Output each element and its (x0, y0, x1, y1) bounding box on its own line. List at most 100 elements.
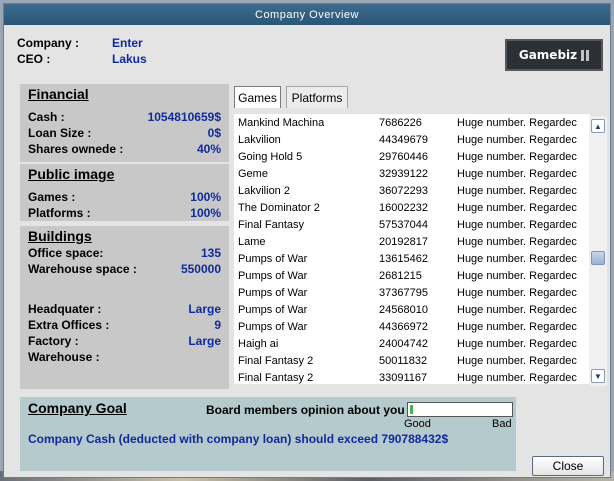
platforms-image-row: Platforms : 100% (28, 205, 221, 220)
list-item[interactable]: Pumps of War 44366972 Huge number. Regarde… (234, 318, 590, 335)
game-note: Huge number. Regardec (457, 337, 577, 350)
scroll-down-icon[interactable]: ▼ (591, 369, 605, 383)
financial-title: Financial (28, 86, 89, 102)
game-number: 57537044 (379, 218, 428, 231)
game-name: Lame (238, 235, 266, 248)
loan-size-label: Loan Size : (28, 125, 92, 140)
company-goal-title: Company Goal (28, 400, 127, 416)
logo-bars-icon (581, 49, 590, 61)
list-item[interactable]: Pumps of War 24568010 Huge number. Regarde… (234, 301, 590, 318)
warehouse-space-row: Warehouse space : 550000 (28, 261, 221, 276)
game-number: 33091167 (379, 371, 428, 384)
extra-offices-label: Extra Offices : (28, 317, 110, 332)
game-note: Huge number. Regardec (457, 320, 577, 333)
list-item[interactable]: Pumps of War 37367795 Huge number. Regarde… (234, 284, 590, 301)
close-button[interactable]: Close (532, 456, 604, 476)
cash-row: Cash : 1054810659$ (28, 109, 221, 124)
warehouse-space-value: 550000 (180, 261, 221, 276)
public-image-title: Public image (28, 166, 115, 182)
game-number: 29760446 (379, 150, 428, 163)
list-item[interactable]: Lakvilion 44349679 Huge number. Regardec (234, 131, 590, 148)
shares-label: Shares ownede : (28, 141, 124, 156)
list-item[interactable]: Going Hold 5 29760446 Huge number. Regarde… (234, 148, 590, 165)
game-name: Pumps of War (238, 303, 308, 316)
list-item[interactable]: Pumps of War 2681215 Huge number. Regardec (234, 267, 590, 284)
game-note: Huge number. Regardec (457, 252, 577, 265)
list-item[interactable]: Final Fantasy 57537044 Huge number. Regard… (234, 216, 590, 233)
warehouse-row: Warehouse : (28, 349, 221, 364)
game-name: Pumps of War (238, 286, 308, 299)
public-image-panel: Public image Games : 100% Platforms : 10… (20, 164, 229, 221)
list-item[interactable]: Final Fantasy 2 50011832 Huge number. Rega… (234, 352, 590, 369)
extra-offices-row: Extra Offices : 9 (28, 317, 221, 332)
game-name: Lakvilion 2 (238, 184, 290, 197)
ceo-label: CEO : (17, 52, 51, 66)
window-title: Company Overview (255, 8, 359, 21)
games-image-label: Games : (28, 189, 76, 204)
list-item[interactable]: Lakvilion 2 36072293 Huge number. Regardec (234, 182, 590, 199)
scroll-up-icon[interactable]: ▲ (591, 119, 605, 133)
game-note: Huge number. Regardec (457, 235, 577, 248)
list-item[interactable]: Mankind Machina 7686226 Huge number. Regar… (234, 114, 590, 131)
list-item[interactable]: Geme 32939122 Huge number. Regardec (234, 165, 590, 182)
loan-size-value: 0$ (207, 125, 221, 140)
game-number: 37367795 (379, 286, 428, 299)
games-image-row: Games : 100% (28, 189, 221, 204)
games-image-value: 100% (190, 189, 221, 204)
company-row: Company : Enter (17, 36, 143, 50)
game-name: The Dominator 2 (238, 201, 320, 214)
scroll-thumb[interactable] (591, 251, 605, 265)
game-note: Huge number. Regardec (457, 269, 577, 282)
tab-games[interactable]: Games (234, 86, 281, 108)
tab-platforms[interactable]: Platforms (286, 86, 348, 108)
game-number: 7686226 (379, 116, 422, 129)
ceo-value: Lakus (112, 52, 147, 66)
warehouse-space-label: Warehouse space : (28, 261, 137, 276)
games-list[interactable]: Mankind Machina 7686226 Huge number. Regar… (234, 114, 590, 384)
game-number: 13615462 (379, 252, 428, 265)
game-name: Haigh ai (238, 337, 279, 350)
factory-label: Factory : (28, 333, 79, 348)
game-note: Huge number. Regardec (457, 371, 577, 384)
loan-size-row: Loan Size : 0$ (28, 125, 221, 140)
game-note: Huge number. Regardec (457, 133, 577, 146)
tab-games-label: Games (238, 90, 277, 105)
shares-value: 40% (196, 141, 221, 156)
games-list-scrollbar[interactable]: ▲ ▼ (589, 116, 607, 386)
company-overview-window: Company Overview Company : Enter CEO : L… (3, 3, 611, 478)
game-note: Huge number. Regardec (457, 354, 577, 367)
game-name: Pumps of War (238, 320, 308, 333)
list-item[interactable]: Lame 20192817 Huge number. Regardec (234, 233, 590, 250)
game-name: Final Fantasy 2 (238, 371, 314, 384)
game-name: Going Hold 5 (238, 150, 303, 163)
logo-text: Gamebiz (518, 48, 578, 62)
cash-label: Cash : (28, 109, 65, 124)
game-name: Lakvilion (238, 133, 281, 146)
game-name: Final Fantasy (238, 218, 305, 231)
headquater-row: Headquater : Large (28, 301, 221, 316)
platforms-image-label: Platforms : (28, 205, 91, 220)
opinion-good-label: Good (404, 418, 431, 430)
game-note: Huge number. Regardec (457, 201, 577, 214)
game-number: 36072293 (379, 184, 428, 197)
cash-value: 1054810659$ (147, 109, 221, 124)
ceo-row: CEO : Lakus (17, 52, 147, 66)
game-note: Huge number. Regardec (457, 184, 577, 197)
list-item[interactable]: Final Fantasy 2 33091167 Huge number. Rega… (234, 369, 590, 384)
warehouse-label: Warehouse : (28, 349, 100, 364)
platforms-image-value: 100% (190, 205, 221, 220)
game-note: Huge number. Regardec (457, 150, 577, 163)
game-note: Huge number. Regardec (457, 218, 577, 231)
list-item[interactable]: Haigh ai 24004742 Huge number. Regardec (234, 335, 590, 352)
game-note: Huge number. Regardec (457, 167, 577, 180)
board-opinion-fill (410, 405, 413, 414)
title-bar[interactable]: Company Overview (4, 4, 610, 25)
office-space-value: 135 (200, 245, 221, 260)
game-number: 20192817 (379, 235, 428, 248)
company-goal-text: Company Cash (deducted with company loan… (28, 432, 449, 446)
list-item[interactable]: The Dominator 2 16002232 Huge number. Rega… (234, 199, 590, 216)
factory-value: Large (188, 333, 221, 348)
list-item[interactable]: Pumps of War 13615462 Huge number. Regarde… (234, 250, 590, 267)
game-number: 24004742 (379, 337, 428, 350)
headquater-label: Headquater : (28, 301, 102, 316)
